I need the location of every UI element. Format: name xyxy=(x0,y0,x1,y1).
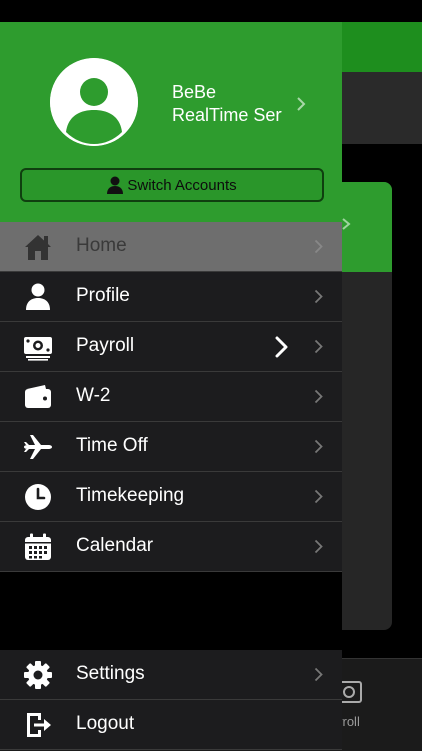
expand-chevron-icon[interactable] xyxy=(275,336,289,358)
menu-item-label: Payroll xyxy=(76,335,135,356)
gear-icon xyxy=(23,660,53,690)
chevron-right-icon xyxy=(314,667,323,682)
chevron-right-icon xyxy=(314,539,323,554)
menu-item-w2[interactable]: W-2 xyxy=(0,372,342,422)
menu-item-label: Home xyxy=(76,235,127,256)
person-icon xyxy=(23,282,53,312)
menu-item-label: Logout xyxy=(76,713,135,734)
menu-item-calendar[interactable]: Calendar xyxy=(0,522,342,572)
chevron-right-icon xyxy=(314,339,323,354)
chevron-right-icon xyxy=(314,289,323,304)
user-company[interactable]: RealTime Services xyxy=(172,105,282,126)
drawer-bottom-menu: Settings Logout xyxy=(0,650,342,750)
menu-item-label: W-2 xyxy=(76,385,111,406)
airplane-icon xyxy=(23,432,53,462)
calendar-icon xyxy=(23,532,53,562)
menu-item-label: Time Off xyxy=(76,435,148,456)
menu-item-profile[interactable]: Profile xyxy=(0,272,342,322)
navigation-drawer: BeBe RealTime Services Switch Accounts H… xyxy=(0,0,342,750)
money-icon xyxy=(23,332,53,362)
chevron-right-icon xyxy=(314,389,323,404)
chevron-right-icon[interactable] xyxy=(296,96,306,112)
menu-item-label: Timekeeping xyxy=(76,485,185,506)
menu-item-time-off[interactable]: Time Off xyxy=(0,422,342,472)
menu-item-label: Profile xyxy=(76,285,130,306)
chevron-right-icon xyxy=(314,239,323,254)
menu-item-home[interactable]: Home xyxy=(0,222,342,272)
person-icon xyxy=(50,58,138,146)
drawer-status-bar xyxy=(0,0,342,22)
drawer-menu: Home Profile Payroll W-2 Time Off Timeke… xyxy=(0,222,342,572)
menu-item-timekeeping[interactable]: Timekeeping xyxy=(0,472,342,522)
menu-item-label: Settings xyxy=(76,663,145,684)
wallet-icon xyxy=(23,382,53,412)
clock-icon xyxy=(23,482,53,512)
menu-item-settings[interactable]: Settings xyxy=(0,650,342,700)
user-name[interactable]: BeBe xyxy=(172,82,216,103)
home-icon xyxy=(23,232,53,262)
menu-item-label: Calendar xyxy=(76,535,154,556)
avatar[interactable] xyxy=(50,58,138,146)
drawer-header: BeBe RealTime Services Switch Accounts xyxy=(0,22,342,222)
logout-icon xyxy=(23,710,53,740)
switch-accounts-button[interactable]: Switch Accounts xyxy=(20,168,324,202)
chevron-right-icon xyxy=(314,489,323,504)
menu-item-logout[interactable]: Logout xyxy=(0,700,342,750)
switch-accounts-label: Switch Accounts xyxy=(127,176,237,194)
chevron-right-icon xyxy=(314,439,323,454)
menu-item-payroll[interactable]: Payroll xyxy=(0,322,342,372)
person-icon xyxy=(107,176,124,194)
